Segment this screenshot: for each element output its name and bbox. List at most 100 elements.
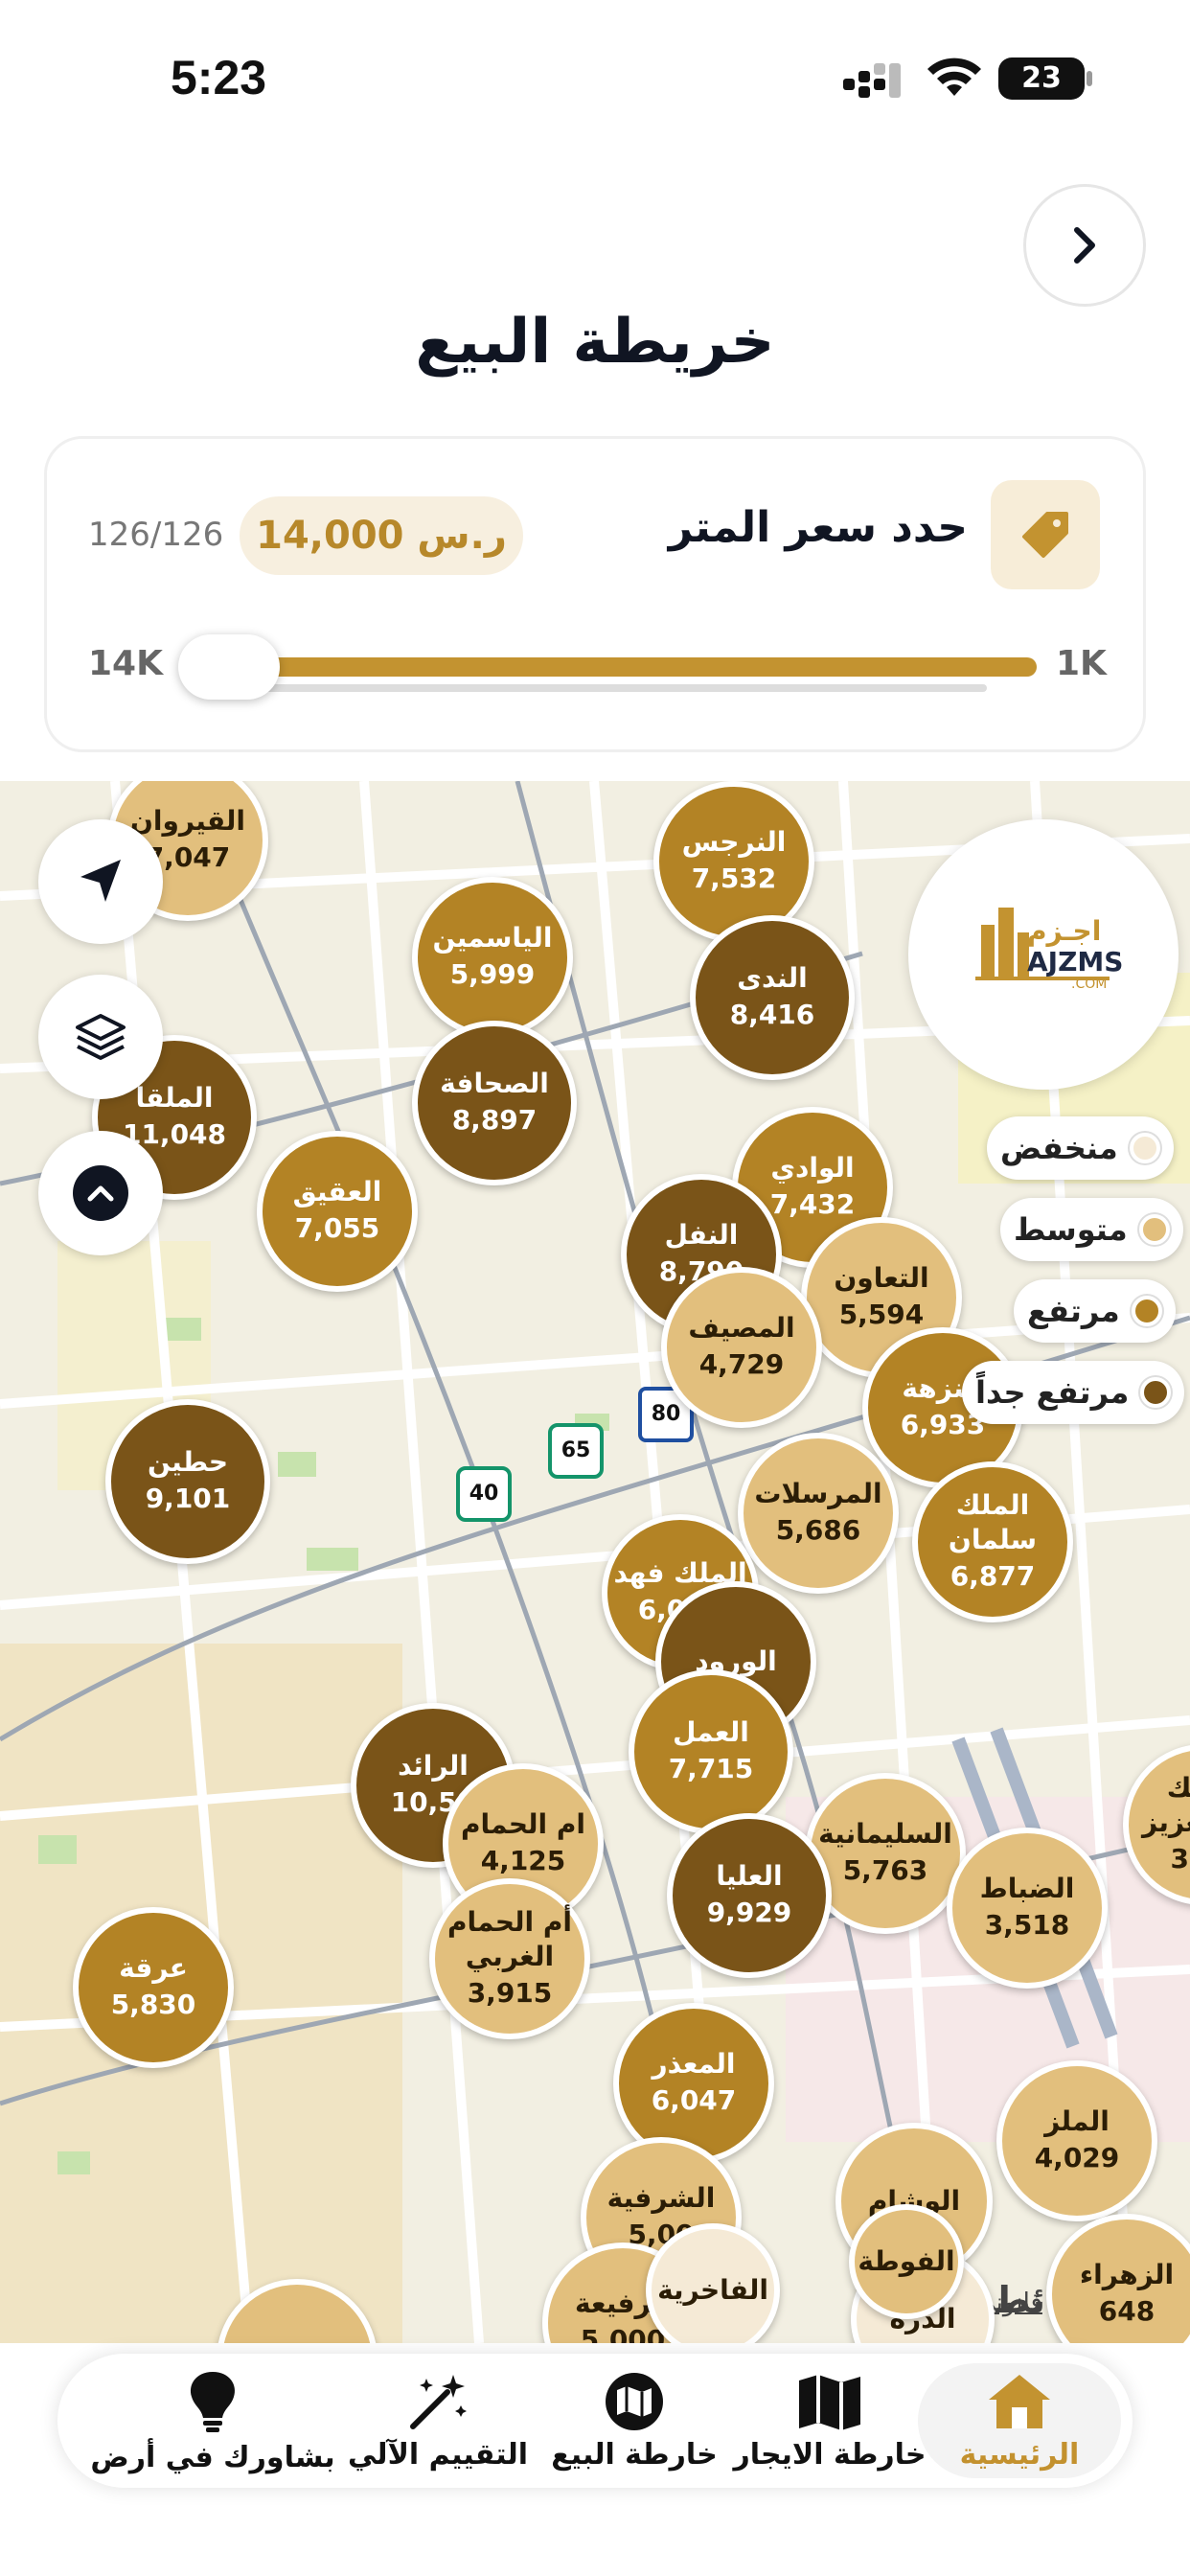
logo-domain: .COM [1071, 977, 1108, 992]
neighborhood-bubble[interactable]: العمل 7,715 [629, 1669, 793, 1834]
neighborhood-name: الملك سلمان [948, 1489, 1038, 1555]
neighborhood-name: لبن [274, 2342, 319, 2343]
logo-arabic: اجـزم [1027, 915, 1102, 947]
neighborhood-price: 6,047 [651, 2084, 737, 2116]
neighborhood-name: الصحافة [440, 1068, 549, 1099]
neighborhood-name: النرجس [681, 826, 787, 858]
neighborhood-price: 5,999 [449, 958, 536, 990]
neighborhood-price: 3,95 [1170, 1843, 1190, 1874]
neighborhood-price: 5,000 [580, 2324, 666, 2343]
legend-very-high-label: مرتفع جداً [975, 1374, 1130, 1411]
neighborhood-name: القيروان [129, 805, 245, 837]
slider-track [213, 684, 987, 692]
neighborhood-bubble[interactable]: العليا 9,929 [667, 1813, 832, 1978]
neighborhood-bubble[interactable]: الملك سلمان 6,877 [912, 1461, 1073, 1622]
neighborhood-name: حطين [147, 1446, 229, 1478]
map-icon [799, 2374, 860, 2430]
neighborhood-price: 9,929 [706, 1897, 792, 1928]
neighborhood-name: العليا [716, 1860, 783, 1892]
price-filter-card [44, 436, 1146, 752]
legend-high-label: مرتفع [1027, 1293, 1120, 1329]
tab-sale-map-label: خارطة البيع [551, 2437, 718, 2472]
tab-rent-map[interactable]: خارطة الايجار [733, 2363, 927, 2478]
neighborhood-name: أم الحمام الغربي [447, 1906, 572, 1972]
neighborhood-name: المعذر [652, 2048, 736, 2080]
price-tag-icon-box [991, 480, 1100, 589]
neighborhood-name: الزهراء [1079, 2259, 1175, 2290]
neighborhood-price: 3,915 [467, 1977, 553, 2009]
neighborhood-price: 5,763 [842, 1854, 928, 1886]
layers-icon [76, 1014, 126, 1060]
neighborhood-price: 4,125 [480, 1845, 566, 1876]
neighborhood-bubble[interactable]: الملز 4,029 [996, 2060, 1157, 2221]
battery-icon: 23 [998, 58, 1085, 100]
neighborhood-bubble[interactable]: الياسمين 5,999 [412, 877, 573, 1038]
route-shield-40: 40 [456, 1466, 512, 1522]
price-tag-icon [1022, 512, 1068, 558]
tab-auto-valuation[interactable]: التقييم الآلي [347, 2363, 529, 2478]
map-circle-icon [606, 2372, 663, 2430]
expand-controls-button[interactable] [38, 1131, 163, 1255]
neighborhood-name: المصيف [688, 1312, 795, 1344]
status-bar: 5:23 23 [0, 0, 1190, 144]
locate-me-button[interactable] [38, 819, 163, 944]
neighborhood-bubble[interactable]: الضباط 3,518 [947, 1828, 1108, 1989]
back-button[interactable] [1023, 184, 1146, 307]
neighborhood-price: 4,029 [1034, 2142, 1120, 2174]
tab-home[interactable]: الرئيسية [918, 2363, 1121, 2478]
neighborhood-name: الرائد [398, 1750, 469, 1782]
neighborhood-name: الشرفية [606, 2182, 716, 2214]
price-filter-label: حدد سعر المتر [668, 503, 968, 552]
neighborhood-price: 648 [1098, 2295, 1156, 2327]
ajzms-logo: اجـزم AJZMS .COM [908, 819, 1179, 1090]
tab-auto-valuation-label: التقييم الآلي [347, 2437, 529, 2472]
tab-home-label: الرئيسية [959, 2437, 1080, 2472]
wifi-icon [927, 58, 981, 96]
navigation-arrow-icon [80, 860, 121, 902]
neighborhood-price: 6,877 [950, 1560, 1036, 1592]
neighborhood-price: 5,686 [775, 1514, 861, 1546]
battery-tip [1087, 71, 1092, 86]
neighborhood-name: السليمانية [818, 1818, 952, 1850]
slider-thumb[interactable] [178, 634, 280, 700]
legend-medium-swatch [1138, 1214, 1170, 1245]
neighborhood-bubble[interactable]: حطين 9,101 [105, 1399, 270, 1564]
neighborhood-price: 4,729 [698, 1348, 785, 1380]
neighborhood-price: 8,416 [729, 999, 815, 1030]
results-count: 126/126 [88, 516, 224, 554]
neighborhood-bubble[interactable]: أم الحمام الغربي 3,915 [429, 1878, 590, 2039]
neighborhood-name: الفوطة [858, 2245, 955, 2277]
legend-low-label: منخفض [1000, 1130, 1118, 1166]
neighborhood-bubble[interactable]: الندى 8,416 [690, 915, 855, 1080]
neighborhood-name: الياسمين [432, 922, 553, 954]
legend-medium: متوسط [1000, 1198, 1183, 1261]
logo-latin: AJZMS [1027, 946, 1124, 978]
slider-fill[interactable] [213, 657, 1037, 677]
tab-land-advice[interactable]: بشاورك في أرض [90, 2363, 335, 2478]
neighborhood-name: المرسلات [754, 1478, 882, 1509]
legend-medium-label: متوسط [1014, 1211, 1128, 1248]
neighborhood-name: ام الحمام [461, 1808, 585, 1840]
neighborhood-name: الملقا [135, 1082, 214, 1114]
price-value-badge: 14,000 ر.س [240, 496, 523, 575]
neighborhood-name: الفاخرية [657, 2274, 768, 2306]
neighborhood-name: التعاون [834, 1262, 929, 1294]
neighborhood-bubble[interactable]: عرقة 5,830 [73, 1907, 234, 2068]
neighborhood-bubble[interactable]: المرسلات 5,686 [738, 1433, 899, 1594]
neighborhood-bubble[interactable]: العقيق 7,055 [257, 1131, 418, 1292]
neighborhood-bubble[interactable]: الصحافة 8,897 [412, 1021, 577, 1185]
lightbulb-icon [190, 2371, 236, 2432]
tab-sale-map[interactable]: خارطة البيع [548, 2363, 721, 2478]
status-time: 5:23 [171, 51, 267, 104]
neighborhood-name: الضباط [979, 1873, 1075, 1904]
legend-very-high: مرتفع جداً [962, 1361, 1185, 1424]
neighborhood-bubble[interactable]: المصيف 4,729 [661, 1267, 822, 1428]
neighborhood-name: عرقة [119, 1952, 188, 1984]
neighborhood-name: الملك عبدالعزيز [1142, 1772, 1190, 1838]
range-max-label: 14K [88, 644, 163, 683]
neighborhood-price: 7,055 [294, 1212, 380, 1244]
neighborhood-name: الوادي [770, 1152, 855, 1184]
layers-button[interactable] [38, 975, 163, 1099]
neighborhood-price: 7,715 [668, 1753, 754, 1784]
neighborhood-bubble[interactable]: الفوطة [849, 2204, 964, 2319]
